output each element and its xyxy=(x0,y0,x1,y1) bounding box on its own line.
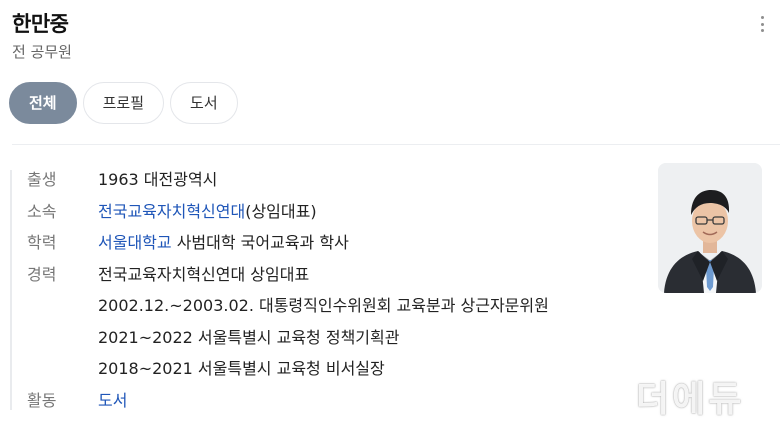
career-item: 2002.12.~2003.02. 대통령직인수위원회 교육분과 상근자문위원 xyxy=(98,296,549,315)
career-label: 경력 xyxy=(27,264,57,284)
education-suffix: 사범대학 국어교육과 학사 xyxy=(171,233,349,252)
profile-photo[interactable] xyxy=(658,163,762,293)
career-item: 2018~2021 서울특별시 교육청 비서실장 xyxy=(98,359,385,378)
birth-label: 출생 xyxy=(27,170,57,189)
affiliation-label: 소속 xyxy=(27,201,57,221)
info-row-activity: 활동 도서 xyxy=(10,385,650,417)
more-options-icon[interactable] xyxy=(758,16,766,32)
watermark-logo: 더에듀 xyxy=(636,379,745,420)
activity-label: 활동 xyxy=(27,390,57,410)
tab-all[interactable]: 전체 xyxy=(9,82,77,124)
info-row-career: 경력 전국교육자치혁신연대 상임대표 2002.12.~2003.02. 대통령… xyxy=(10,259,650,385)
info-table: 출생 1963 대전광역시 소속 전국교육자치혁신연대(상임대표) 학력 서울대… xyxy=(10,164,650,416)
tab-books[interactable]: 도서 xyxy=(170,82,238,124)
tab-bar: 전체 프로필 도서 xyxy=(9,82,238,124)
person-portrait-icon xyxy=(658,163,762,293)
tab-profile[interactable]: 프로필 xyxy=(82,82,165,124)
career-item: 2021~2022 서울특별시 교육청 정책기획관 xyxy=(98,327,400,347)
profile-occupation: 전 공무원 xyxy=(12,43,72,61)
profile-name: 한만중 xyxy=(12,12,69,36)
career-item: 전국교육자치혁신연대 상임대표 xyxy=(98,264,310,284)
profile-header: 한만중 전 공무원 xyxy=(12,8,72,63)
info-row-affiliation: 소속 전국교육자치혁신연대(상임대표) xyxy=(10,196,650,228)
affiliation-link[interactable]: 전국교육자치혁신연대 xyxy=(98,202,245,221)
section-divider xyxy=(12,144,780,145)
education-link[interactable]: 서울대학교 xyxy=(98,233,172,252)
education-label: 학력 xyxy=(27,233,57,252)
activity-link[interactable]: 도서 xyxy=(98,391,127,410)
affiliation-suffix: (상임대표) xyxy=(245,201,317,221)
info-row-education: 학력 서울대학교 사범대학 국어교육과 학사 xyxy=(10,227,650,259)
info-row-birth: 출생 1963 대전광역시 xyxy=(10,164,650,196)
birth-value: 1963 대전광역시 xyxy=(98,170,218,189)
